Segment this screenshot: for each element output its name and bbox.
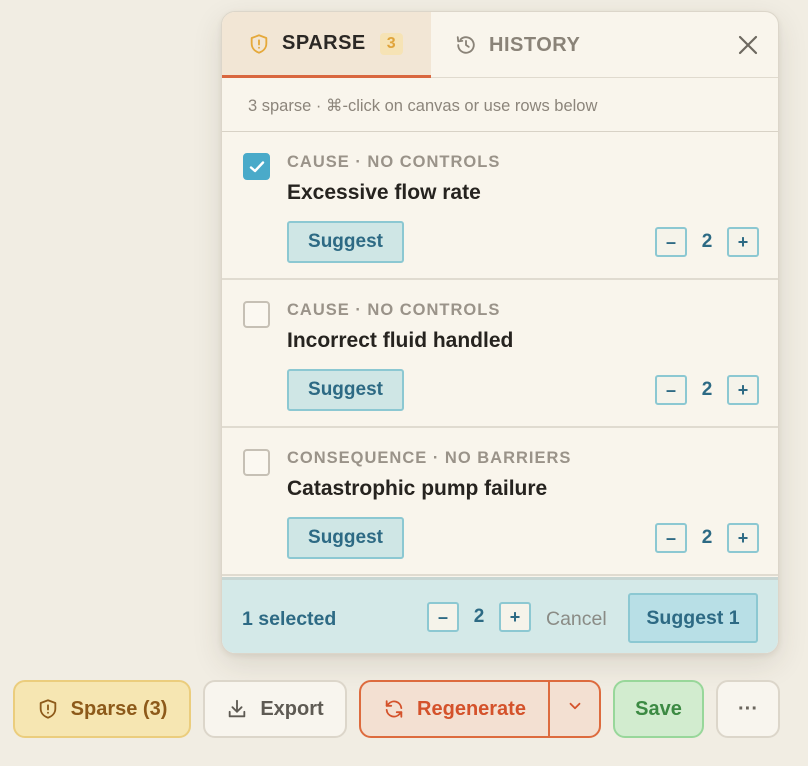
sparse-button[interactable]: Sparse (3) [13, 680, 191, 738]
suggest-selected-button[interactable]: Suggest 1 [628, 593, 758, 643]
shield-alert-icon [248, 33, 270, 55]
download-icon [226, 698, 248, 720]
increment-button[interactable]: + [727, 375, 759, 405]
regenerate-button-label: Regenerate [417, 697, 526, 720]
row-checkbox[interactable] [243, 153, 270, 180]
row-title: Incorrect fluid handled [287, 329, 514, 352]
suggest-button[interactable]: Suggest [287, 517, 404, 559]
history-icon [455, 34, 477, 56]
export-button-label: Export [260, 697, 324, 720]
sparse-panel: SPARSE 3 HISTORY 3 sparse · ⌘-click on c… [221, 11, 779, 654]
decrement-button[interactable]: – [655, 523, 687, 553]
close-icon [736, 35, 760, 61]
stepper-value: 2 [473, 606, 485, 627]
suggest-button[interactable]: Suggest [287, 221, 404, 263]
decrement-button[interactable]: – [655, 375, 687, 405]
selection-footer: 1 selected – 2 + Cancel Suggest 1 [222, 577, 778, 653]
row-checkbox[interactable] [243, 301, 270, 328]
selected-count: 1 selected [242, 608, 337, 630]
regenerate-options-button[interactable] [550, 682, 599, 736]
chevron-down-icon [566, 697, 584, 721]
row-kind: CAUSE · NO CONTROLS [287, 301, 501, 319]
tab-sparse[interactable]: SPARSE 3 [222, 12, 431, 78]
panel-tabs: SPARSE 3 HISTORY [222, 12, 778, 78]
export-button[interactable]: Export [203, 680, 347, 738]
row-checkbox[interactable] [243, 449, 270, 476]
decrement-button[interactable]: – [427, 602, 459, 632]
tab-history-label: HISTORY [489, 33, 581, 56]
more-options-button[interactable]: ··· [716, 680, 780, 738]
sparse-count-badge: 3 [379, 32, 404, 55]
decrement-button[interactable]: – [655, 227, 687, 257]
close-button[interactable] [736, 33, 760, 57]
tab-history[interactable]: HISTORY [431, 12, 580, 78]
shield-alert-icon [37, 698, 59, 720]
hint-text: 3 sparse · ⌘-click on canvas or use rows… [248, 97, 598, 115]
row-kind: CAUSE · NO CONTROLS [287, 153, 501, 171]
refresh-icon [383, 698, 405, 720]
count-stepper: – 2 + [655, 523, 759, 553]
row-title: Excessive flow rate [287, 181, 481, 204]
regenerate-button[interactable]: Regenerate [361, 682, 550, 736]
increment-button[interactable]: + [499, 602, 531, 632]
stepper-value: 2 [701, 379, 713, 400]
count-stepper: – 2 + [655, 227, 759, 257]
row-title: Catastrophic pump failure [287, 477, 548, 500]
suggest-button[interactable]: Suggest [287, 369, 404, 411]
sparse-row: CAUSE · NO CONTROLS Incorrect fluid hand… [222, 280, 778, 428]
save-button[interactable]: Save [613, 680, 704, 738]
sparse-row: CONSEQUENCE · NO BARRIERS Catastrophic p… [222, 428, 778, 576]
tab-sparse-label: SPARSE [282, 32, 366, 54]
increment-button[interactable]: + [727, 523, 759, 553]
bulk-count-stepper: – 2 + [427, 602, 531, 632]
stepper-value: 2 [701, 231, 713, 252]
row-kind: CONSEQUENCE · NO BARRIERS [287, 449, 572, 467]
sparse-row: CAUSE · NO CONTROLS Excessive flow rate … [222, 132, 778, 280]
checkmark-icon [249, 161, 265, 173]
increment-button[interactable]: + [727, 227, 759, 257]
cancel-button[interactable]: Cancel [546, 608, 607, 631]
stepper-value: 2 [701, 527, 713, 548]
ellipsis-icon: ··· [738, 697, 758, 720]
count-stepper: – 2 + [655, 375, 759, 405]
sparse-button-label: Sparse (3) [70, 697, 168, 720]
regenerate-split-button: Regenerate [359, 680, 601, 738]
